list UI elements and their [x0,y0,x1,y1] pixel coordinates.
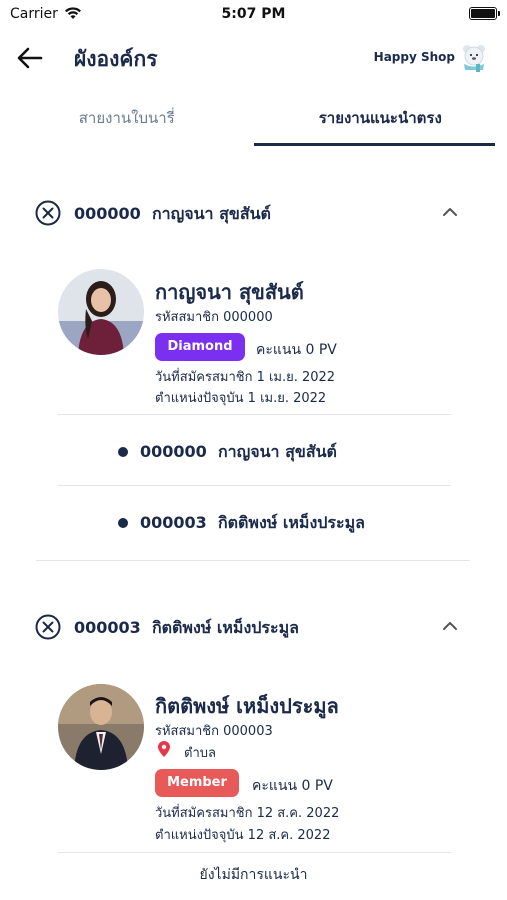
score-label: คะแนน 0 PV [256,342,337,358]
score-label: คะแนน 0 PV [252,778,333,794]
referral-name: กาญจนา สุขสันต์ [217,441,337,461]
avatar-man-icon [58,684,144,770]
status-bar: Carrier 5:07 PM [0,0,507,30]
divider [58,485,451,486]
bullet-icon [118,447,128,457]
page-title: ผังองค์กร [74,47,158,71]
rank-badge: Diamond [155,333,245,361]
join-date: วันที่สมัครสมาชิก 1 เม.ย. 2022 [155,370,336,385]
bullet-icon [118,518,128,528]
position-date: ตำแหน่งปัจจุบัน 12 ส.ค. 2022 [155,828,331,843]
referral-code: 000000 [140,441,207,461]
section-code: 000003 [74,618,141,637]
no-referrals-note: ยังไม่มีการแนะนำ [199,867,308,883]
section-divider [36,560,470,561]
rank-badge: Member [155,769,239,797]
clock: 5:07 PM [221,6,286,22]
chevron-up-icon[interactable] [440,618,460,634]
join-date: วันที่สมัครสมาชิก 12 ส.ค. 2022 [155,806,340,821]
member-name: กิตติพงษ์ เหม็งประมูล [155,694,339,718]
referral-item[interactable]: 000000 กาญจนา สุขสันต์ [118,440,337,464]
chevron-up-icon[interactable] [440,204,460,220]
location-pin-icon [158,741,170,757]
divider [58,414,451,415]
section-name: กาญจนา สุขสันต์ [151,204,271,223]
member-code: รหัสสมาชิก 000000 [155,310,273,325]
section-code: 000000 [74,204,141,223]
avatar [58,269,144,355]
nav-bar: ผังองค์กร Happy Shop [0,30,507,86]
tab-direct-referral[interactable]: รายงานแนะนำตรง [253,90,507,146]
location-label: ตำบล [184,746,216,761]
section-header-1[interactable]: 000000 กาญจนา สุขสันต์ [0,192,507,232]
avatar-woman-icon [58,269,144,355]
close-circle-icon[interactable] [35,614,61,640]
tab-bar: สายงานใบนารี่ รายงานแนะนำตรง [0,90,507,146]
brand-logo: Happy Shop [374,42,489,72]
section-title: 000000 กาญจนา สุขสันต์ [74,202,271,227]
referral-item[interactable]: 000003 กิตติพงษ์ เหม็งประมูล [118,511,365,535]
brand-name: Happy Shop [373,50,455,64]
section-name: กิตติพงษ์ เหม็งประมูล [151,618,299,637]
close-circle-icon[interactable] [35,200,61,226]
section-title: 000003 กิตติพงษ์ เหม็งประมูล [74,616,299,641]
back-arrow-icon[interactable] [14,42,46,74]
divider [58,852,451,853]
referral-name: กิตติพงษ์ เหม็งประมูล [217,512,365,532]
avatar [58,684,144,770]
bear-mascot-icon [463,45,485,72]
section-header-2[interactable]: 000003 กิตติพงษ์ เหม็งประมูล [0,606,507,646]
referral-code: 000003 [140,512,207,532]
battery-icon [469,7,500,20]
member-code: รหัสสมาชิก 000003 [155,724,273,739]
position-date: ตำแหน่งปัจจุบัน 1 เม.ย. 2022 [155,391,327,406]
member-name: กาญจนา สุขสันต์ [155,280,304,304]
tab-binary-line[interactable]: สายงานใบนารี่ [0,90,254,146]
